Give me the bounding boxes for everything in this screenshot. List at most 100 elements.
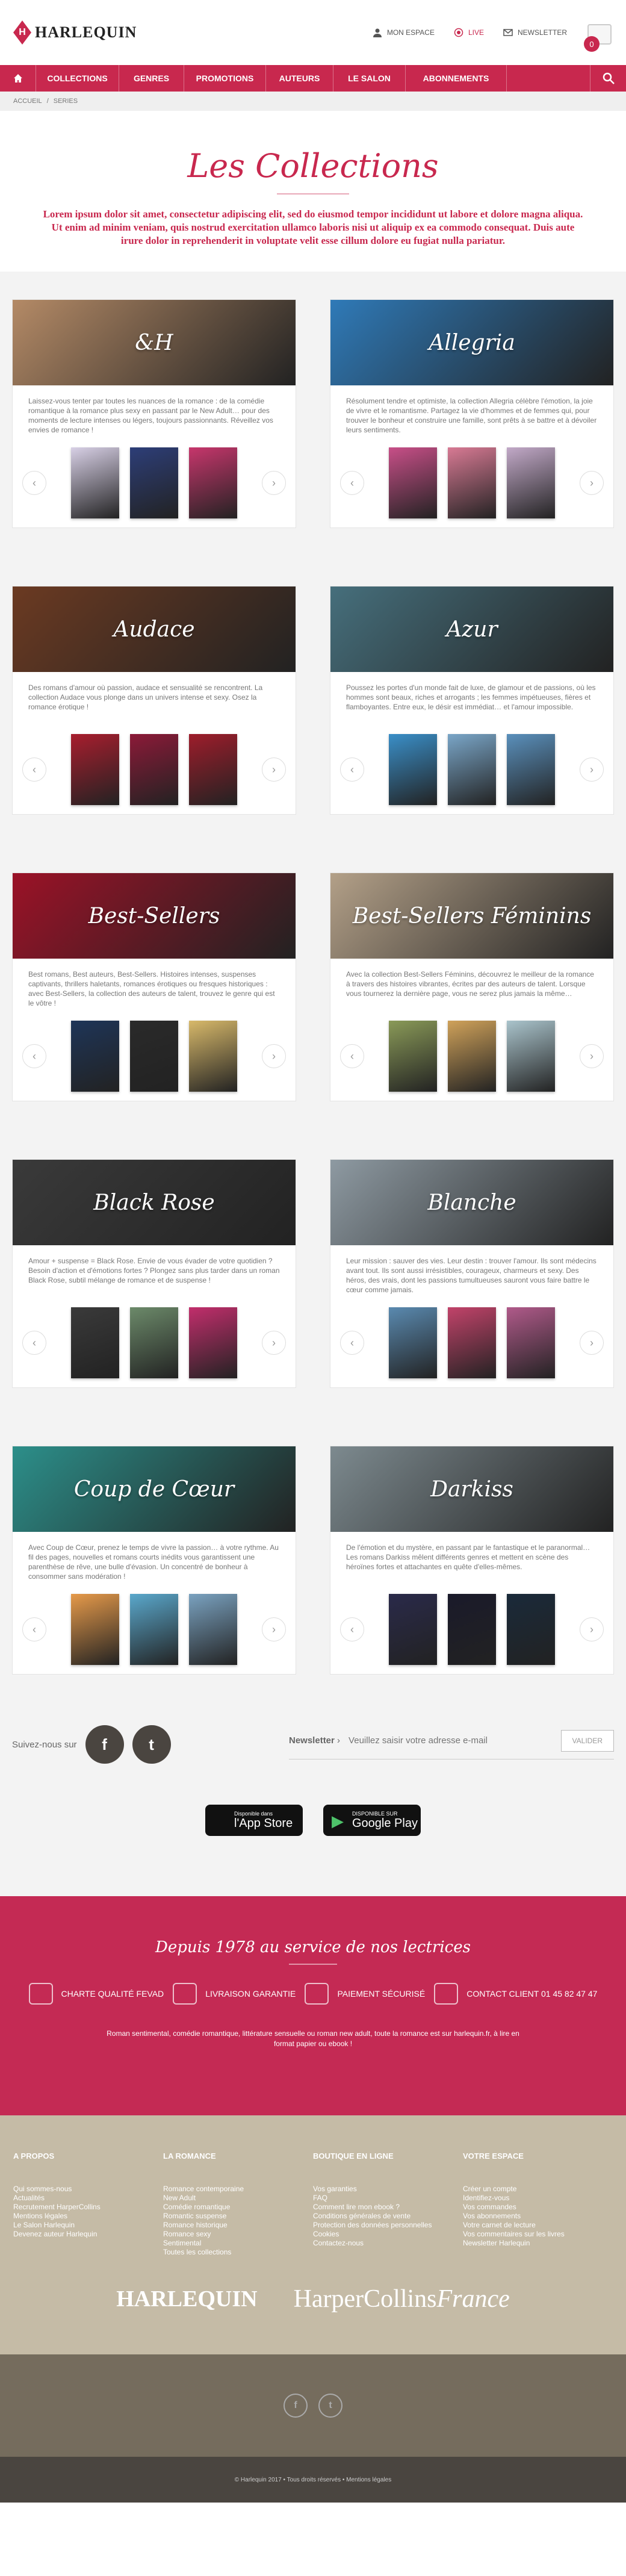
book-cover[interactable]	[130, 734, 178, 805]
book-cover[interactable]	[448, 734, 496, 805]
mon-espace-link[interactable]: MON ESPACE	[373, 28, 435, 37]
footer-link[interactable]: Mentions légales	[13, 2212, 163, 2221]
twitter-icon[interactable]: t	[132, 1725, 171, 1764]
chevron-left-icon[interactable]: ‹	[22, 1044, 46, 1068]
book-cover[interactable]	[448, 1594, 496, 1665]
footer-link[interactable]: Le Salon Harlequin	[13, 2221, 163, 2230]
footer-link[interactable]: Romance contemporaine	[163, 2185, 313, 2194]
collection-banner[interactable]: &H	[13, 300, 296, 385]
book-cover[interactable]	[189, 447, 237, 518]
chevron-left-icon[interactable]: ‹	[340, 758, 364, 782]
footer-link[interactable]: Romance sexy	[163, 2230, 313, 2239]
email-field[interactable]	[349, 1735, 553, 1746]
collection-banner[interactable]: Audace	[13, 586, 296, 672]
book-cover[interactable]	[71, 1307, 119, 1378]
collection-card[interactable]: &H Laissez-vous tenter par toutes les nu…	[12, 299, 296, 528]
book-cover[interactable]	[507, 447, 555, 518]
book-cover[interactable]	[448, 1307, 496, 1378]
footer-link[interactable]: Vos abonnements	[463, 2212, 613, 2221]
home-icon[interactable]	[0, 65, 36, 92]
feature-fevad[interactable]: CHARTE QUALITÉ FEVAD	[28, 1983, 164, 2005]
footer-link[interactable]: Créer un compte	[463, 2185, 613, 2194]
book-cover[interactable]	[130, 1307, 178, 1378]
nav-genres[interactable]: GENRES	[119, 65, 184, 92]
chevron-right-icon[interactable]: ›	[262, 1044, 286, 1068]
collection-card[interactable]: Blanche Leur mission : sauver des vies. …	[330, 1159, 614, 1388]
footer-link[interactable]: Conditions générales de vente	[313, 2212, 463, 2221]
book-cover[interactable]	[71, 1021, 119, 1092]
live-link[interactable]: LIVE	[454, 28, 484, 37]
chevron-left-icon[interactable]: ‹	[340, 1617, 364, 1641]
footer-link[interactable]: Contactez-nous	[313, 2239, 463, 2248]
footer-link[interactable]: Romance historique	[163, 2221, 313, 2230]
footer-link[interactable]: Devenez auteur Harlequin	[13, 2230, 163, 2239]
footer-link[interactable]: Vos garanties	[313, 2185, 463, 2194]
book-cover[interactable]	[389, 1594, 437, 1665]
book-cover[interactable]	[130, 447, 178, 518]
book-cover[interactable]	[389, 447, 437, 518]
collection-card[interactable]: Allegria Résolument tendre et optimiste,…	[330, 299, 614, 528]
footer-link[interactable]: Protection des données personnelles	[313, 2221, 463, 2230]
book-cover[interactable]	[507, 1594, 555, 1665]
book-cover[interactable]	[389, 1021, 437, 1092]
collection-card[interactable]: Darkiss De l'émotion et du mystère, en p…	[330, 1446, 614, 1675]
facebook-icon[interactable]: f	[85, 1725, 124, 1764]
google-play-badge[interactable]: ▶ DISPONIBLE SUR Google Play	[323, 1805, 421, 1836]
chevron-right-icon[interactable]: ›	[262, 1617, 286, 1641]
chevron-right-icon[interactable]: ›	[580, 758, 604, 782]
validate-button[interactable]: VALIDER	[560, 1729, 614, 1752]
breadcrumb-home[interactable]: ACCUEIL	[13, 98, 42, 105]
footer-link[interactable]: New Adult	[163, 2194, 313, 2203]
collection-banner[interactable]: Blanche	[330, 1160, 613, 1245]
collection-card[interactable]: Azur Poussez les portes d'un monde fait …	[330, 586, 614, 815]
nav-le-salon[interactable]: LE SALON	[333, 65, 406, 92]
chevron-right-icon[interactable]: ›	[580, 471, 604, 495]
book-cover[interactable]	[189, 1594, 237, 1665]
footer-link[interactable]: Votre carnet de lecture	[463, 2221, 613, 2230]
footer-link[interactable]: Comédie romantique	[163, 2203, 313, 2212]
app-store-badge[interactable]: Disponible dans l'App Store	[205, 1805, 303, 1836]
chevron-left-icon[interactable]: ‹	[22, 1617, 46, 1641]
chevron-right-icon[interactable]: ›	[262, 758, 286, 782]
facebook-icon[interactable]: f	[284, 2394, 308, 2418]
collection-card[interactable]: Best-Sellers Féminins Avec la collection…	[330, 873, 614, 1101]
collection-banner[interactable]: Azur	[330, 586, 613, 672]
nav-abonnements[interactable]: ABONNEMENTS	[406, 65, 507, 92]
book-cover[interactable]	[507, 734, 555, 805]
collection-banner[interactable]: Black Rose	[13, 1160, 296, 1245]
footer-link[interactable]: Toutes les collections	[163, 2248, 313, 2257]
footer-link[interactable]: Sentimental	[163, 2239, 313, 2248]
book-cover[interactable]	[189, 1307, 237, 1378]
chevron-left-icon[interactable]: ‹	[22, 1331, 46, 1355]
book-cover[interactable]	[71, 1594, 119, 1665]
book-cover[interactable]	[189, 734, 237, 805]
book-cover[interactable]	[448, 1021, 496, 1092]
book-cover[interactable]	[189, 1021, 237, 1092]
chevron-left-icon[interactable]: ‹	[340, 1044, 364, 1068]
collection-banner[interactable]: Best-Sellers Féminins	[330, 873, 613, 959]
book-cover[interactable]	[71, 734, 119, 805]
book-cover[interactable]	[71, 447, 119, 518]
chevron-left-icon[interactable]: ‹	[340, 471, 364, 495]
footer-link[interactable]: Recrutement HarperCollins	[13, 2203, 163, 2212]
footer-harlequin-logo[interactable]: HARLEQUIN	[116, 2286, 257, 2312]
chevron-right-icon[interactable]: ›	[580, 1617, 604, 1641]
book-cover[interactable]	[130, 1594, 178, 1665]
collection-banner[interactable]: Darkiss	[330, 1446, 613, 1532]
book-cover[interactable]	[507, 1021, 555, 1092]
chevron-right-icon[interactable]: ›	[580, 1044, 604, 1068]
footer-link[interactable]: Qui sommes-nous	[13, 2185, 163, 2194]
nav-collections[interactable]: COLLECTIONS	[36, 65, 119, 92]
feature-contact[interactable]: CONTACT CLIENT 01 45 82 47 47	[434, 1983, 597, 2005]
book-cover[interactable]	[389, 1307, 437, 1378]
book-cover[interactable]	[130, 1021, 178, 1092]
footer-link[interactable]: Newsletter Harlequin	[463, 2239, 613, 2248]
nav-promotions[interactable]: PROMOTIONS	[184, 65, 266, 92]
footer-link[interactable]: Vos commandes	[463, 2203, 613, 2212]
book-cover[interactable]	[507, 1307, 555, 1378]
collection-card[interactable]: Audace Des romans d'amour où passion, au…	[12, 586, 296, 815]
collection-banner[interactable]: Coup de Cœur	[13, 1446, 296, 1532]
twitter-icon[interactable]: t	[318, 2394, 342, 2418]
chevron-left-icon[interactable]: ‹	[22, 758, 46, 782]
chevron-right-icon[interactable]: ›	[262, 1331, 286, 1355]
